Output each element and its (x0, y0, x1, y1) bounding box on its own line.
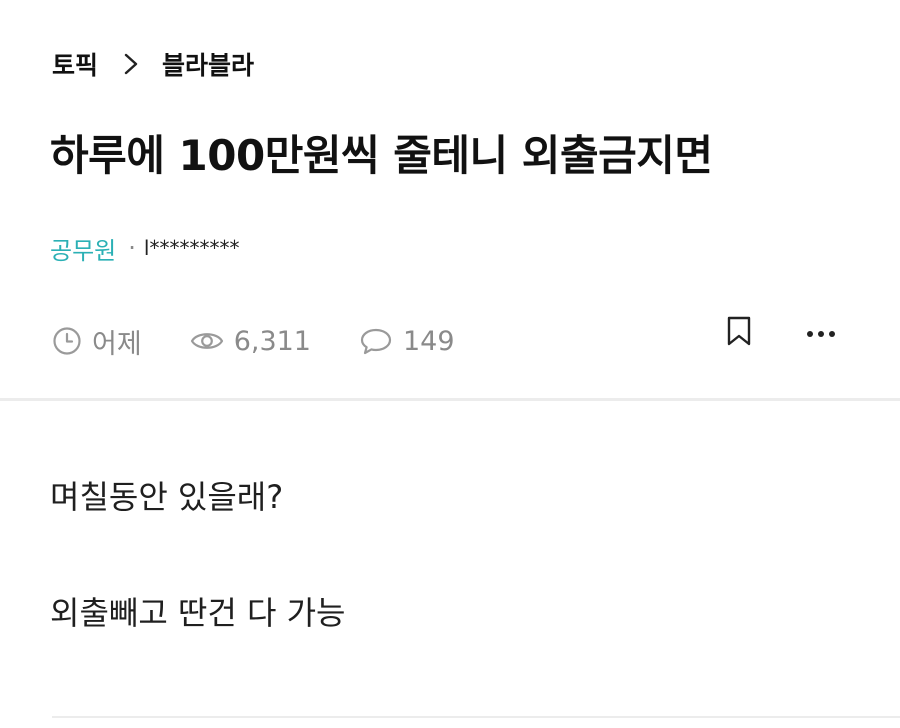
post-title: 하루에 100만원씩 줄테니 외출금지면 (50, 131, 713, 180)
post-stats: 어제 6,311 149 (52, 320, 503, 362)
time-stat: 어제 (52, 322, 142, 361)
comments-count: 149 (402, 325, 455, 357)
bookmark-icon (727, 316, 751, 346)
comments-stat[interactable]: 149 (359, 326, 455, 357)
header-divider (0, 398, 900, 401)
views-count: 6,311 (233, 325, 311, 357)
author-separator: · (128, 234, 136, 262)
time-value: 어제 (92, 328, 142, 360)
post-body-line: 외출빼고 딴건 다 가능 (50, 594, 346, 632)
comment-icon (360, 328, 392, 355)
post-body-line: 며칠동안 있을래? (50, 478, 284, 516)
breadcrumb-topic-link[interactable]: 토픽 (52, 46, 98, 82)
more-options-button[interactable] (806, 324, 836, 343)
eye-icon (190, 333, 223, 349)
breadcrumb-board-link[interactable]: 블라블라 (162, 46, 254, 82)
author-company[interactable]: 공무원 (50, 231, 116, 266)
post-page: 토픽 블라블라 하루에 100만원씩 줄테니 외출금지면 공무원 · l****… (0, 0, 900, 728)
post-actions (724, 316, 836, 350)
views-stat: 6,311 (190, 326, 311, 357)
bookmark-button[interactable] (724, 315, 754, 351)
more-icon (807, 330, 835, 337)
chevron-right-icon (124, 53, 138, 75)
breadcrumb: 토픽 블라블라 (52, 44, 254, 84)
body-divider (52, 716, 900, 718)
author-nickname: l********* (143, 236, 240, 260)
author-info: 공무원 · l********* (50, 230, 239, 266)
clock-icon (53, 327, 81, 355)
